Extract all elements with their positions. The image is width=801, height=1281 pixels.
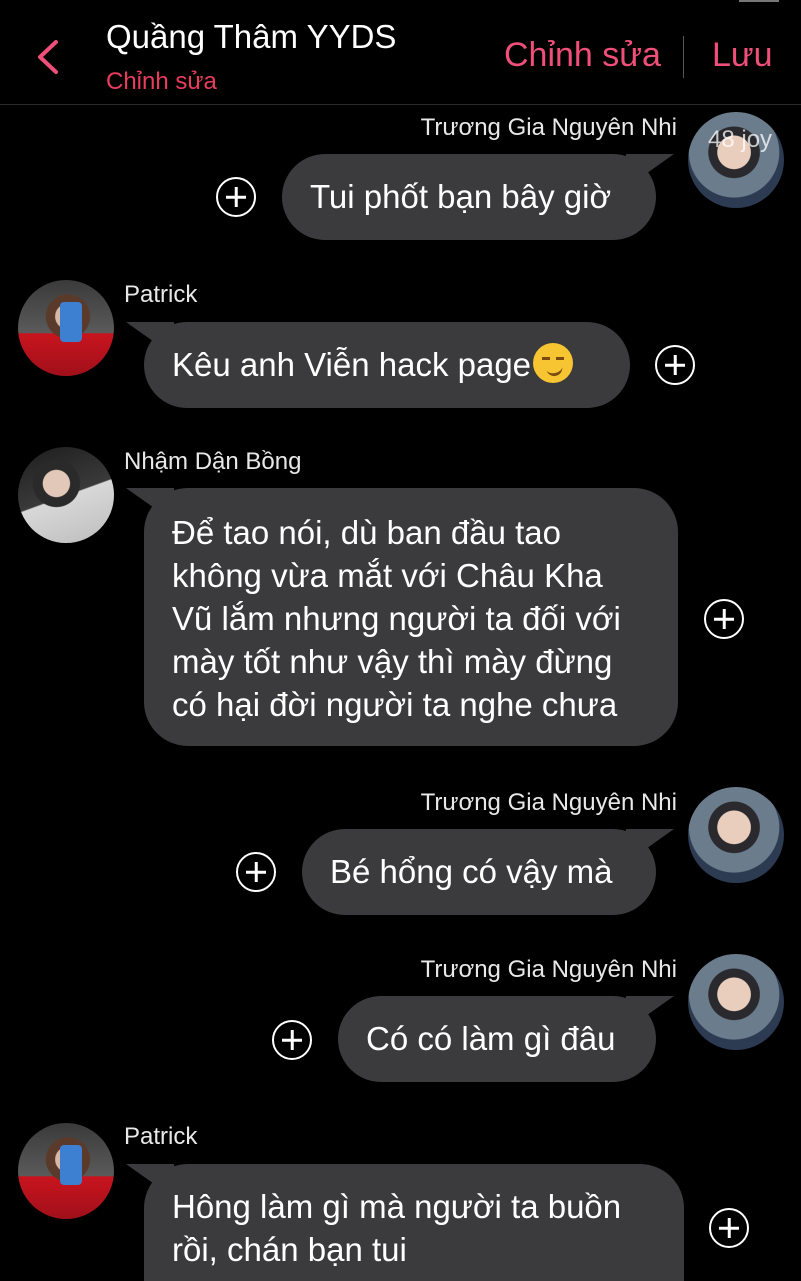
add-reaction-icon[interactable] — [216, 177, 256, 217]
message-bubble[interactable]: Có có làm gì đâu — [338, 996, 656, 1082]
chat-subtitle[interactable]: Chỉnh sửa — [106, 68, 217, 96]
sender-name: Trương Gia Nguyên Nhi — [420, 114, 677, 141]
message-bubble[interactable]: Kêu anh Viễn hack page — [144, 322, 630, 408]
add-reaction-icon[interactable] — [709, 1208, 749, 1248]
chat-header: Quầng Thâm YYDS Chỉnh sửa Chỉnh sửa Lưu — [0, 0, 801, 105]
add-reaction-icon[interactable] — [655, 345, 695, 385]
sender-name: Trương Gia Nguyên Nhi — [420, 956, 677, 983]
smirking-face-icon — [533, 343, 574, 383]
add-reaction-icon[interactable] — [704, 599, 744, 639]
message-text: Vũ lắm nhưng người ta đối với — [172, 600, 621, 637]
add-reaction-icon[interactable] — [236, 852, 276, 892]
message-text: không vừa mắt với Châu Kha — [172, 557, 603, 594]
chat-title: Quầng Thâm YYDS — [106, 18, 397, 55]
sender-name: Nhậm Dận Bồng — [124, 448, 302, 475]
message-text: Kêu anh Viễn hack page — [172, 346, 532, 383]
save-button[interactable]: Lưu — [712, 36, 773, 75]
avatar[interactable] — [18, 447, 114, 543]
message-bubble[interactable]: Để tao nói, dù ban đầu tao không vừa mắt… — [144, 488, 678, 746]
message-text: mày tốt như vậy thì mày đừng — [172, 643, 613, 680]
avatar[interactable]: 48 joy — [688, 112, 784, 208]
message-text: Bé hổng có vậy mà — [330, 853, 613, 890]
message-bubble[interactable]: Hông làm gì mà người ta buồn rồi, chán b… — [144, 1164, 684, 1281]
avatar[interactable] — [18, 280, 114, 376]
message-text: Hông làm gì mà người ta buồn — [172, 1188, 622, 1225]
message-text: có hại đời người ta nghe chưa — [172, 686, 618, 723]
message-text: Tui phốt bạn bây giờ — [310, 178, 612, 215]
header-divider — [683, 36, 684, 78]
edit-button[interactable]: Chỉnh sửa — [504, 36, 661, 75]
top-indicator — [739, 0, 779, 2]
message-bubble[interactable]: Tui phốt bạn bây giờ — [282, 154, 656, 240]
add-reaction-icon[interactable] — [272, 1020, 312, 1060]
avatar-watermark: 48 joy — [708, 126, 773, 153]
message-text: Có có làm gì đâu — [366, 1020, 616, 1057]
message-text: Để tao nói, dù ban đầu tao — [172, 514, 561, 551]
message-text: rồi, chán bạn tui — [172, 1231, 407, 1268]
message-bubble[interactable]: Bé hổng có vậy mà — [302, 829, 656, 915]
avatar[interactable] — [688, 954, 784, 1050]
sender-name: Patrick — [124, 1123, 198, 1150]
sender-name: Patrick — [124, 281, 198, 308]
back-chevron-icon[interactable] — [30, 34, 70, 80]
avatar[interactable] — [688, 787, 784, 883]
avatar[interactable] — [18, 1123, 114, 1219]
sender-name: Trương Gia Nguyên Nhi — [420, 789, 677, 816]
